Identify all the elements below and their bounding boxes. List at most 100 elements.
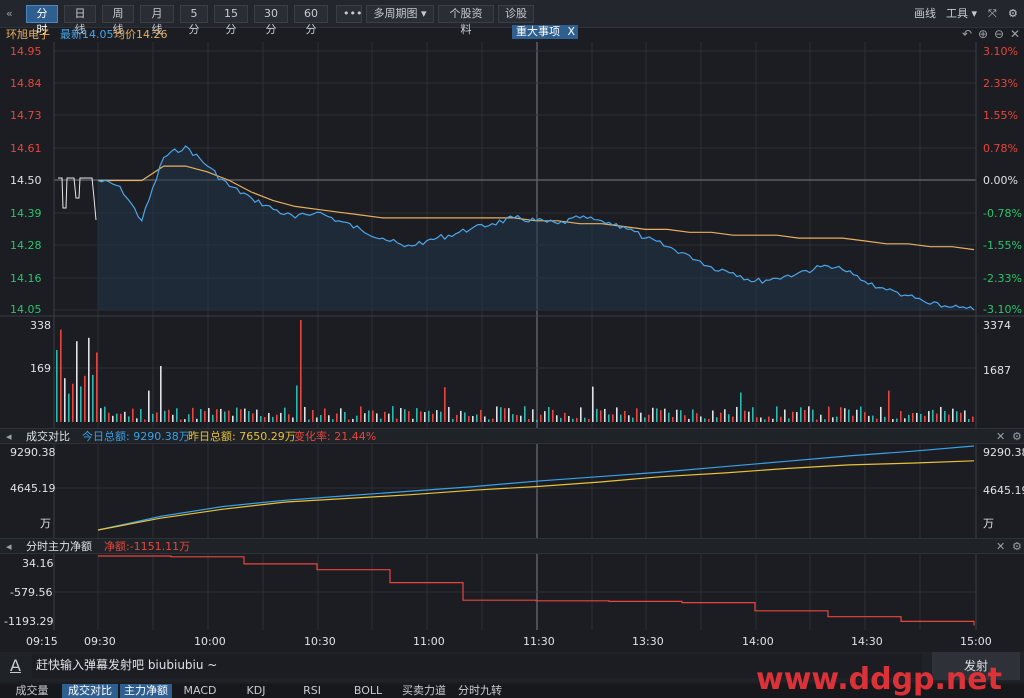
zoom-out-icon[interactable]: ⊖ — [994, 28, 1004, 41]
volume-bar — [760, 417, 762, 422]
volume-bar — [664, 408, 666, 422]
gear-icon[interactable]: ⚙ — [1012, 430, 1022, 443]
volume-bar — [300, 320, 302, 422]
volume-tick: 338 — [30, 319, 51, 332]
pct-tick: 2.33% — [983, 77, 1018, 90]
pct-tick: -0.78% — [983, 207, 1022, 220]
close-icon[interactable]: X — [568, 25, 576, 38]
volume-bar — [952, 408, 954, 422]
volume-bar — [180, 419, 182, 422]
volume-bar — [92, 374, 94, 422]
close-panel-icon[interactable]: ✕ — [1010, 28, 1020, 41]
volume-bar — [124, 411, 126, 422]
net-amount: 净额:-1151.11万 — [104, 540, 191, 553]
volume-bar — [152, 413, 154, 422]
volume-bar — [348, 419, 350, 422]
volume-bar — [220, 408, 222, 422]
tab-macd[interactable]: MACD — [174, 684, 226, 698]
volume-bar — [176, 408, 178, 422]
volume-bar — [756, 417, 758, 422]
volume-bar — [536, 419, 538, 422]
volume-bar — [264, 417, 266, 422]
gear-icon[interactable]: ⚙ — [1012, 540, 1022, 553]
volume-bar — [60, 329, 62, 422]
tab-kdj[interactable]: KDJ — [230, 684, 282, 698]
today-total: 今日总额: 9290.38万 — [82, 430, 190, 443]
pct-tick: 0.00% — [983, 174, 1018, 187]
volume-bar — [836, 416, 838, 422]
volume-bar — [584, 417, 586, 422]
volume-bar — [808, 406, 810, 422]
tab-boll[interactable]: BOLL — [342, 684, 394, 698]
volume-bar — [580, 407, 582, 422]
volume-bar — [304, 406, 306, 422]
tab-main-net[interactable]: 主力净额 — [120, 684, 172, 698]
volume-bar — [868, 415, 870, 422]
close-panel-icon[interactable]: ✕ — [996, 430, 1005, 443]
tab-buy-sell-force[interactable]: 买卖力道 — [398, 684, 450, 698]
volume-bar — [608, 414, 610, 422]
volume-bar — [560, 417, 562, 422]
turnover-tick: 4645.19 — [983, 484, 1024, 497]
volume-bar — [316, 417, 318, 422]
undo-icon[interactable]: ↶ — [962, 28, 972, 41]
tab-rsi[interactable]: RSI — [286, 684, 338, 698]
volume-bar — [216, 409, 218, 422]
volume-bar — [920, 413, 922, 422]
volume-bar — [900, 410, 902, 422]
volume-bars — [56, 320, 974, 422]
volume-bar — [716, 417, 718, 422]
volume-bar — [380, 418, 382, 422]
volume-tick: 169 — [30, 362, 51, 375]
volume-bar — [872, 415, 874, 422]
volume-tick: 1687 — [983, 364, 1011, 377]
volume-bar — [620, 414, 622, 422]
volume-bar — [932, 409, 934, 422]
volume-bar — [676, 409, 678, 422]
volume-bar — [136, 418, 138, 422]
volume-bar — [576, 417, 578, 422]
volume-bar — [572, 418, 574, 422]
avg-price: 均价14.26 — [114, 28, 168, 41]
volume-bar — [844, 408, 846, 422]
volume-bar — [236, 407, 238, 422]
turnover-tick: 9290.38 — [983, 446, 1024, 459]
major-event-tag[interactable]: 重大事项 X — [512, 25, 578, 39]
time-tick: 15:00 — [960, 635, 992, 648]
collapse-icon[interactable]: ◂ — [6, 540, 12, 553]
volume-bar — [588, 418, 590, 422]
volume-bar — [632, 417, 634, 422]
tab-turnover-compare[interactable]: 成交对比 — [62, 684, 118, 698]
pct-tick: -1.55% — [983, 239, 1022, 252]
volume-bar — [852, 415, 854, 422]
zoom-in-icon[interactable]: ⊕ — [978, 28, 988, 41]
volume-bar — [504, 408, 506, 422]
font-a-icon[interactable]: A — [10, 656, 21, 675]
volume-bar — [904, 418, 906, 422]
volume-bar — [128, 416, 130, 422]
change-rate: 变化率: 21.44% — [294, 430, 377, 443]
close-panel-icon[interactable]: ✕ — [996, 540, 1005, 553]
volume-bar — [840, 407, 842, 422]
volume-bar — [948, 414, 950, 422]
volume-bar — [964, 410, 966, 422]
volume-bar — [928, 411, 930, 422]
volume-bar — [408, 411, 410, 422]
volume-bar — [776, 406, 778, 422]
price-tick: 14.28 — [10, 239, 42, 252]
volume-bar — [512, 414, 514, 422]
volume-bar — [728, 414, 730, 422]
price-tick: 14.84 — [10, 77, 42, 90]
volume-bar — [368, 410, 370, 422]
volume-bar — [528, 419, 530, 422]
tab-volume[interactable]: 成交量 — [4, 684, 60, 698]
volume-bar — [488, 419, 490, 422]
turnover-tick: 9290.38 — [10, 446, 56, 459]
tab-nine-turn[interactable]: 分时九转 — [454, 684, 506, 698]
stock-name: 环旭电子 — [6, 28, 50, 41]
pct-tick: 3.10% — [983, 45, 1018, 58]
volume-bar — [172, 414, 174, 422]
volume-bar — [192, 407, 194, 422]
collapse-icon[interactable]: ◂ — [6, 430, 12, 443]
volume-bar — [600, 410, 602, 422]
